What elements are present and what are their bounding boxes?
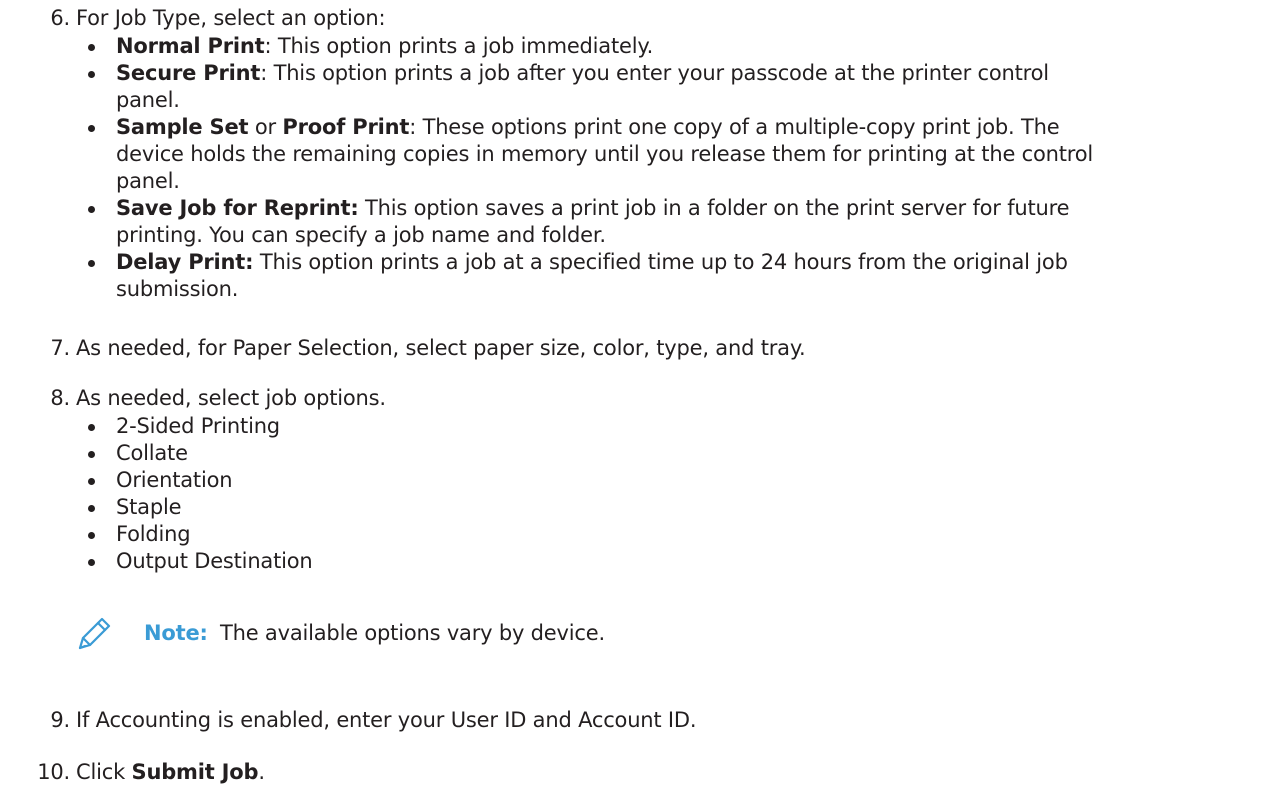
bullet-icon bbox=[88, 260, 95, 267]
list-item: Output Destination bbox=[76, 548, 1276, 575]
option-description: : This option prints a job immediately. bbox=[264, 34, 654, 58]
document-page: 6. For Job Type, select an option: Norma… bbox=[0, 0, 1284, 806]
step-text: For Job Type, select an option: bbox=[76, 6, 386, 30]
step-number: 7. bbox=[50, 336, 70, 360]
option-name: Normal Print bbox=[116, 34, 265, 58]
submit-job-label: Submit Job bbox=[131, 760, 259, 784]
option-name-2: Proof Print bbox=[282, 115, 410, 139]
list-item: 2-Sided Printing bbox=[76, 413, 1276, 440]
step-number: 9. bbox=[50, 708, 70, 732]
step-number: 6. bbox=[50, 6, 70, 30]
list-item-delay-print: Delay Print: This option prints a job at… bbox=[76, 249, 1276, 303]
bullet-icon bbox=[88, 424, 95, 431]
step-text: Click Submit Job. bbox=[76, 758, 265, 786]
note-text: The available options vary by device. bbox=[220, 621, 605, 645]
list-item: Staple bbox=[76, 494, 1276, 521]
option-name: Delay Print: bbox=[116, 250, 254, 274]
bullet-icon bbox=[88, 71, 95, 78]
step-text-before: Click bbox=[76, 760, 132, 784]
list-item: Orientation bbox=[76, 467, 1276, 494]
option-description-cont: submission. bbox=[116, 277, 239, 301]
option-label: Folding bbox=[116, 522, 191, 546]
step-number: 8. bbox=[50, 386, 70, 410]
option-name: Save Job for Reprint: bbox=[116, 196, 359, 220]
bullet-icon bbox=[88, 478, 95, 485]
list-item-save-job: Save Job for Reprint: This option saves … bbox=[76, 195, 1276, 249]
step-number: 10. bbox=[37, 760, 70, 784]
option-label: Orientation bbox=[116, 468, 233, 492]
note-label: Note: bbox=[144, 621, 208, 645]
option-description: : These options print one copy of a mult… bbox=[409, 115, 1060, 139]
option-description-cont: device holds the remaining copies in mem… bbox=[116, 142, 1094, 166]
list-item: Collate bbox=[76, 440, 1276, 467]
step-text-after: . bbox=[258, 760, 265, 784]
option-name: Secure Print bbox=[116, 61, 261, 85]
list-item-sample-set: Sample Set or Proof Print: These options… bbox=[76, 114, 1276, 195]
bullet-icon bbox=[88, 559, 95, 566]
note-callout: Note: The available options vary by devi… bbox=[76, 612, 876, 652]
option-name: Sample Set bbox=[116, 115, 249, 139]
option-label: Collate bbox=[116, 441, 188, 465]
option-conjunction: or bbox=[248, 115, 283, 139]
option-label: Output Destination bbox=[116, 549, 313, 573]
pencil-icon bbox=[78, 617, 111, 650]
option-label: 2-Sided Printing bbox=[116, 414, 280, 438]
bullet-icon bbox=[88, 451, 95, 458]
option-description-cont: panel. bbox=[116, 88, 180, 112]
option-description: This option saves a print job in a folde… bbox=[358, 196, 1070, 220]
step-text: If Accounting is enabled, enter your Use… bbox=[76, 708, 697, 732]
bullet-icon bbox=[88, 532, 95, 539]
step-text: As needed, for Paper Selection, select p… bbox=[76, 336, 806, 360]
option-description: This option prints a job at a specified … bbox=[253, 250, 1068, 274]
option-label: Staple bbox=[116, 495, 182, 519]
list-item-secure-print: Secure Print: This option prints a job a… bbox=[76, 60, 1276, 114]
job-type-list: Normal Print: This option prints a job i… bbox=[76, 33, 1276, 303]
list-item: Folding bbox=[76, 521, 1276, 548]
option-description: : This option prints a job after you ent… bbox=[260, 61, 1049, 85]
job-options-list: 2-Sided Printing Collate Orientation Sta… bbox=[76, 413, 1276, 575]
bullet-icon bbox=[88, 505, 95, 512]
bullet-icon bbox=[88, 206, 95, 213]
bullet-icon bbox=[88, 44, 95, 51]
list-item-normal-print: Normal Print: This option prints a job i… bbox=[76, 33, 1276, 60]
step-text: As needed, select job options. bbox=[76, 386, 386, 410]
bullet-icon bbox=[88, 125, 95, 132]
option-description-cont-2: panel. bbox=[116, 169, 180, 193]
option-description-cont: printing. You can specify a job name and… bbox=[116, 223, 606, 247]
